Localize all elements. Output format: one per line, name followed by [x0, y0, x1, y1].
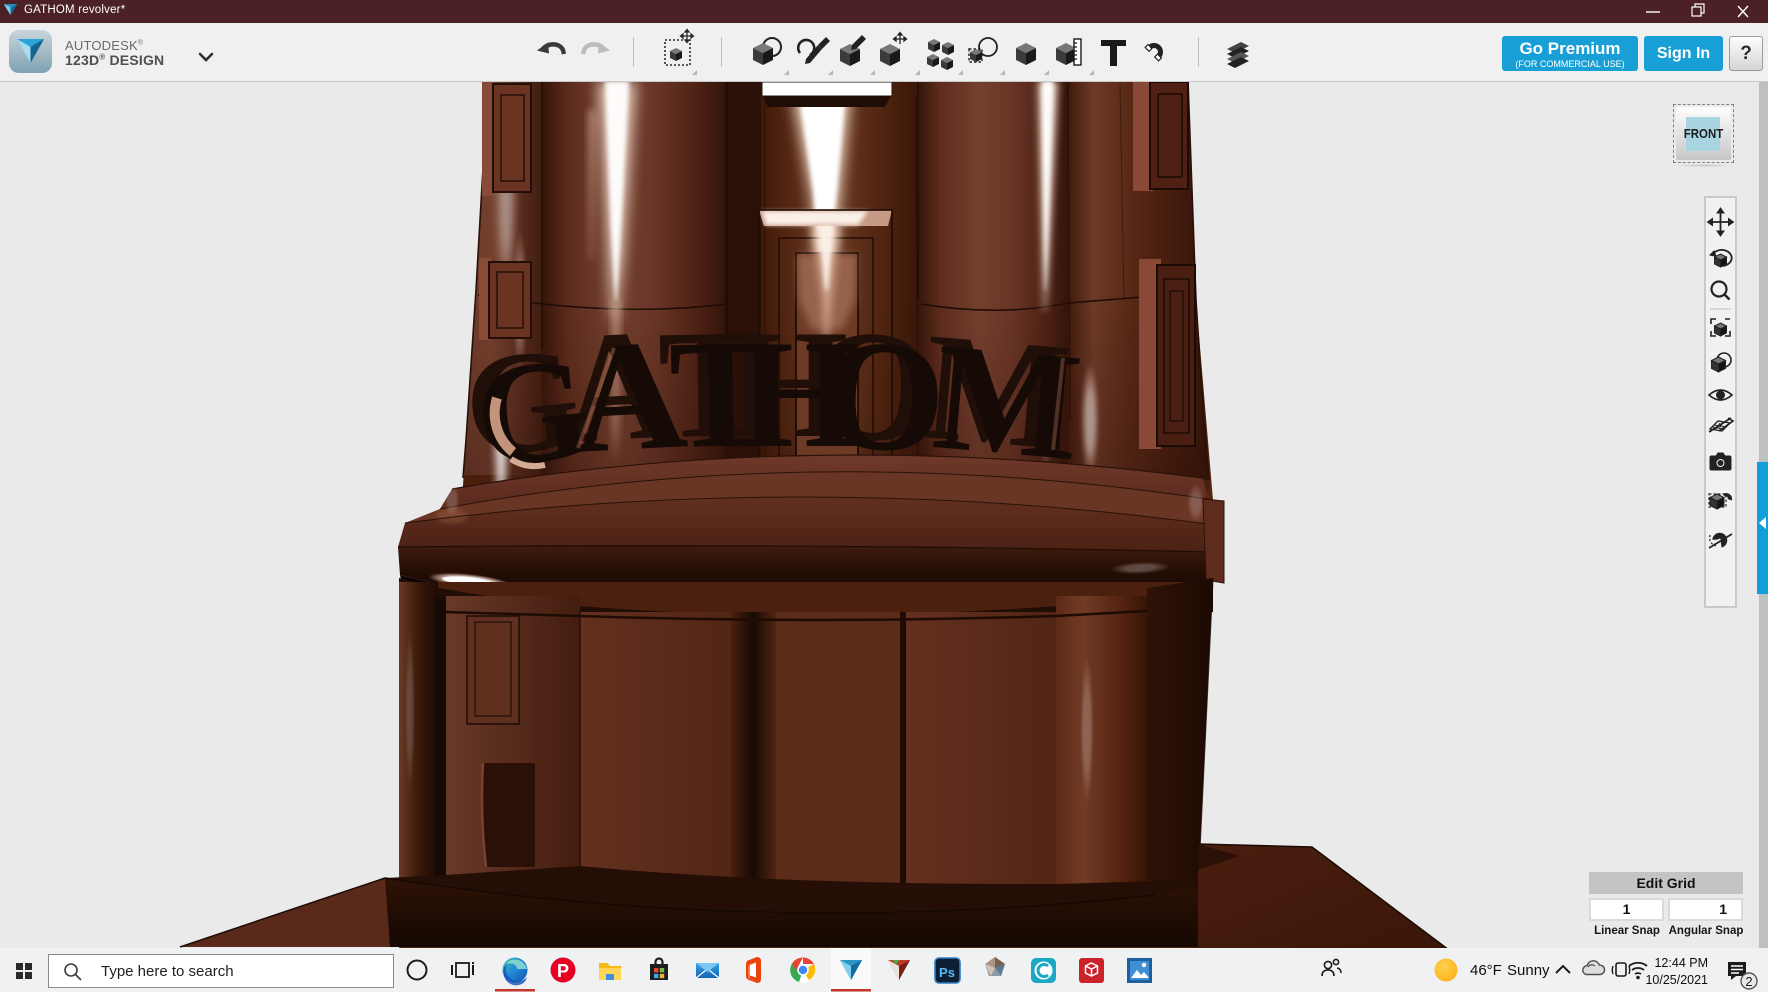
svg-text:46°F: 46°F — [1470, 962, 1502, 979]
svg-text:Ps: Ps — [939, 965, 955, 980]
svg-text:12:44 PM: 12:44 PM — [1654, 956, 1708, 970]
svg-text:P: P — [557, 961, 569, 981]
svg-text:10/25/2021: 10/25/2021 — [1645, 973, 1708, 987]
svg-text:Sunny: Sunny — [1507, 962, 1550, 979]
svg-text:2: 2 — [1745, 974, 1752, 989]
